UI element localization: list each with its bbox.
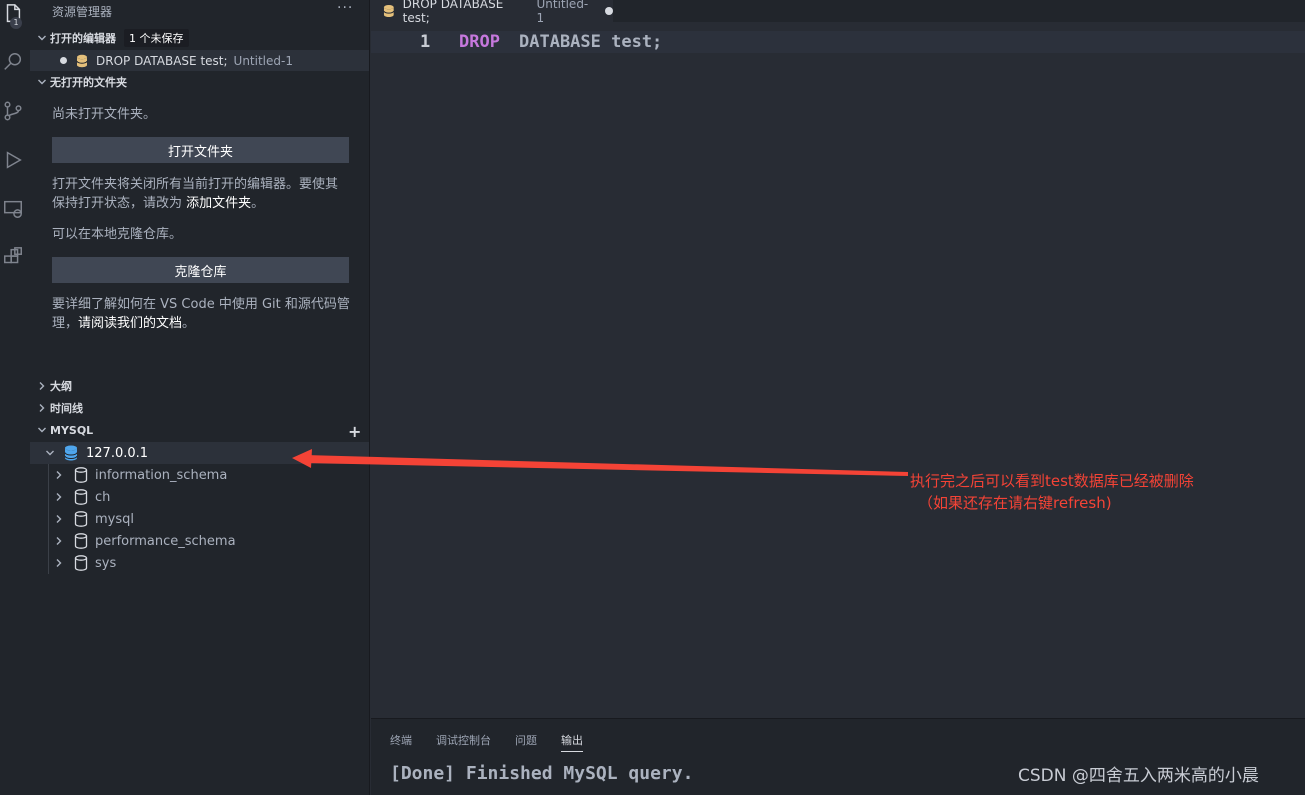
- chevron-right-icon: [34, 400, 50, 416]
- info-text: 理，: [52, 316, 79, 331]
- chevron-right-icon: [51, 467, 67, 483]
- clone-repo-button[interactable]: 克隆仓库: [52, 257, 349, 283]
- section-label: 大纲: [50, 380, 72, 393]
- sql-text[interactable]: DATABASE test;: [519, 31, 662, 53]
- no-folder-message: 尚未打开文件夹。: [52, 107, 157, 122]
- tab-problems[interactable]: 问题: [515, 732, 537, 748]
- database-icon: [74, 467, 88, 483]
- annotation-line: 执行完之后可以看到test数据库已经被删除: [910, 472, 1194, 490]
- unsaved-dot-icon: [60, 57, 67, 64]
- host-label: 127.0.0.1: [86, 445, 149, 461]
- chevron-down-icon: [42, 445, 58, 461]
- remote-explorer-icon[interactable]: [0, 195, 26, 223]
- tab-output[interactable]: 输出: [561, 732, 583, 752]
- section-label: 打开的编辑器: [50, 32, 116, 45]
- chevron-down-icon: [34, 422, 50, 438]
- tab-terminal[interactable]: 终端: [390, 732, 412, 748]
- db-row[interactable]: information_schema: [30, 464, 227, 486]
- chevron-right-icon: [51, 555, 67, 571]
- database-icon: [74, 511, 88, 527]
- mysql-host-row[interactable]: 127.0.0.1: [30, 442, 369, 464]
- info-text: 打开文件夹将关闭所有当前打开的编辑器。要使其: [52, 177, 339, 192]
- activity-bar: 1: [0, 0, 30, 795]
- open-folder-info: 打开文件夹将关闭所有当前打开的编辑器。要使其 保持打开状态，请改为 添加文件夹。: [52, 175, 352, 213]
- chevron-right-icon: [51, 511, 67, 527]
- db-row[interactable]: performance_schema: [30, 530, 236, 552]
- chevron-down-icon: [34, 30, 50, 46]
- activity-badge: 1: [10, 17, 22, 29]
- editor-tab[interactable]: DROP DATABASE test; Untitled-1: [371, 0, 613, 25]
- info-text: 要详细了解如何在 VS Code 中使用 Git 和源代码管: [52, 297, 350, 312]
- section-mysql[interactable]: MYSQL: [34, 420, 93, 440]
- docs-link[interactable]: 请阅读我们的文档: [78, 316, 182, 331]
- tab-subtitle: Untitled-1: [536, 0, 589, 25]
- clone-message: 可以在本地克隆仓库。: [52, 227, 183, 242]
- more-actions-icon[interactable]: ···: [337, 0, 353, 16]
- run-debug-icon[interactable]: [0, 146, 26, 174]
- sql-keyword[interactable]: DROP: [459, 31, 500, 53]
- line-number: 1: [420, 32, 431, 52]
- open-editor-sub: Untitled-1: [233, 53, 293, 68]
- open-editor-name: DROP DATABASE test;: [96, 53, 228, 68]
- unsaved-badge: 1 个未保存: [124, 29, 189, 47]
- extensions-icon[interactable]: [0, 243, 26, 271]
- info-text: 保持打开状态，请改为: [52, 196, 183, 211]
- database-icon: [74, 533, 88, 549]
- database-icon: [74, 489, 88, 505]
- add-folder-link[interactable]: 添加文件夹: [186, 196, 251, 211]
- section-label: 时间线: [50, 402, 83, 415]
- info-text: 。: [182, 316, 196, 331]
- chevron-right-icon: [51, 533, 67, 549]
- output-line: [Done] Finished MySQL query.: [390, 763, 694, 784]
- info-text: 。: [251, 196, 265, 211]
- editor-tab-bar: DROP DATABASE test; Untitled-1: [371, 0, 1305, 25]
- db-row[interactable]: ch: [30, 486, 110, 508]
- db-name: performance_schema: [95, 533, 236, 549]
- database-icon: [74, 555, 88, 571]
- database-icon: [383, 4, 395, 18]
- tab-title: DROP DATABASE test;: [402, 0, 504, 25]
- annotation-line: （如果还存在请右键refresh): [918, 494, 1112, 512]
- source-control-icon[interactable]: [0, 97, 26, 125]
- db-name: mysql: [95, 511, 134, 527]
- current-line-highlight: [371, 31, 1305, 53]
- sidebar-title: 资源管理器: [52, 5, 113, 19]
- db-row[interactable]: sys: [30, 552, 116, 574]
- explorer-sidebar: 资源管理器 ··· 打开的编辑器 1 个未保存 DROP DATABASE te…: [30, 0, 370, 795]
- database-icon: [76, 54, 88, 67]
- database-icon: [64, 445, 78, 461]
- search-icon[interactable]: [0, 48, 26, 76]
- chevron-right-icon: [51, 489, 67, 505]
- section-label: MYSQL: [50, 423, 94, 437]
- db-name: information_schema: [95, 467, 228, 483]
- arrow-shaft: [305, 455, 908, 476]
- db-name: sys: [95, 555, 117, 571]
- db-row[interactable]: mysql: [30, 508, 134, 530]
- section-outline[interactable]: 大纲: [34, 376, 72, 396]
- git-docs-info: 要详细了解如何在 VS Code 中使用 Git 和源代码管 理，请阅读我们的文…: [52, 295, 352, 333]
- section-label: 无打开的文件夹: [50, 76, 127, 89]
- section-timeline[interactable]: 时间线: [34, 398, 83, 418]
- watermark: CSDN @四舍五入两米高的小晨: [1018, 766, 1259, 786]
- section-open-editors[interactable]: 打开的编辑器 1 个未保存: [34, 28, 189, 48]
- unsaved-dot-icon[interactable]: [605, 7, 613, 15]
- tab-debug-console[interactable]: 调试控制台: [436, 732, 491, 748]
- chevron-right-icon: [34, 378, 50, 394]
- open-editor-item[interactable]: DROP DATABASE test; Untitled-1: [30, 50, 369, 71]
- open-folder-button[interactable]: 打开文件夹: [52, 137, 349, 163]
- db-name: ch: [95, 489, 111, 505]
- chevron-down-icon: [34, 74, 50, 90]
- section-no-folder[interactable]: 无打开的文件夹: [34, 72, 127, 92]
- annotation-note: 执行完之后可以看到test数据库已经被删除 （如果还存在请右键refresh): [910, 470, 1194, 514]
- plus-icon[interactable]: +: [348, 422, 361, 441]
